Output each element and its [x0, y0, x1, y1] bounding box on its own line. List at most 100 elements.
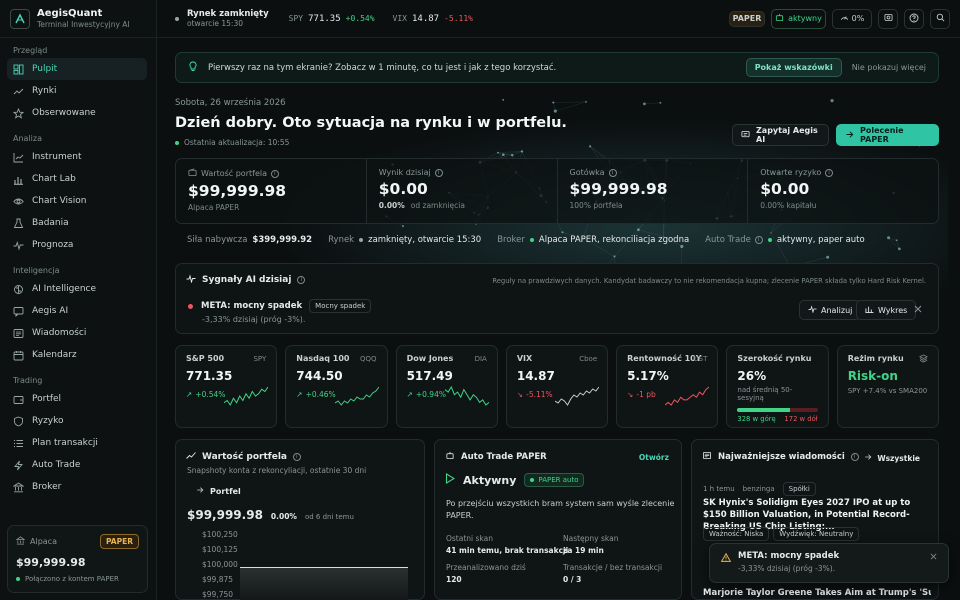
stat-portfolio-value[interactable]: Wartość portfela $99,999.98 Alpaca PAPER — [176, 159, 367, 223]
help-button[interactable] — [904, 8, 924, 29]
stat-value: $0.00 — [760, 180, 810, 198]
chart-bars-icon — [865, 305, 874, 315]
info-icon[interactable] — [825, 168, 834, 177]
sidebar-item-plan-transakcji[interactable]: Plan transakcji — [7, 432, 147, 454]
stat-open-risk[interactable]: Otwarte ryzyko $0.00 0.00% kapitału — [748, 159, 938, 223]
breadth-up: 328 w górę — [737, 415, 776, 423]
card-ticker: DIA — [474, 355, 487, 363]
sidebar-item-ai-intelligence[interactable]: AI Intelligence — [7, 278, 147, 300]
sidebar-item-wiadomości[interactable]: Wiadomości — [7, 322, 147, 344]
market-card-dia[interactable]: Dow Jones DIA 517.49 ↗ +0.94% — [395, 345, 498, 428]
update-status-dot — [175, 140, 179, 145]
sparkline-path — [444, 385, 489, 406]
sidebar-item-broker[interactable]: Broker — [7, 476, 147, 498]
onboarding-tip: Pierwszy raz na tym ekranie? Zobacz w 1 … — [175, 52, 939, 83]
market-status: Rynek zamknięty otwarcie 15:30 — [187, 9, 269, 28]
signal-toast[interactable]: META: mocny spadek -3,33% dzisiaj (próg … — [709, 543, 949, 583]
sidebar-item-label: Chart Lab — [32, 174, 76, 184]
regime-card[interactable]: Reżim rynku Risk-on SPY +7.4% vs SMA200 — [836, 345, 939, 428]
sidebar-item-obserwowane[interactable]: Obserwowane — [7, 102, 147, 124]
sidebar-item-instrument[interactable]: Instrument — [7, 146, 147, 168]
analyzed-label: Przeanalizowano dziś — [446, 563, 526, 572]
breadth-bar — [737, 408, 818, 412]
show-tips-button[interactable]: Pokaż wskazówki — [745, 58, 842, 77]
ticker-vix[interactable]: VIX 14.87 -5.11% — [393, 14, 473, 24]
analyze-button[interactable]: Analizuj — [799, 300, 862, 320]
signal-item[interactable]: META: mocny spadek Mocny spadek -3,33% d… — [188, 299, 375, 324]
page-title: Dzień dobry. Oto sytuacja na rynku i w p… — [175, 115, 567, 131]
sidebar-item-badania[interactable]: Badania — [7, 212, 147, 234]
nav-section-label: Przegląd — [13, 46, 48, 55]
portfolio-link[interactable]: Portfel — [196, 486, 241, 496]
risk-gauge-value: 0% — [851, 14, 865, 23]
search-button[interactable] — [930, 8, 950, 29]
sidebar-item-chart-vision[interactable]: Chart Vision — [7, 190, 147, 212]
autotrade-status-button[interactable]: aktywny — [771, 8, 826, 29]
wallet-icon — [188, 168, 197, 179]
broker-value: Alpaca PAPER, rekonciliacja zgodna — [538, 235, 690, 245]
last-scan-value: 41 min temu, brak transakcji — [446, 546, 569, 555]
all-news-link[interactable]: Wszystkie — [864, 453, 920, 463]
chart-button[interactable]: Wykres — [856, 300, 917, 320]
ask-aegis-button[interactable]: Zapytaj Aegis AI — [732, 124, 829, 146]
open-autotrade-link[interactable]: Otwórz — [639, 453, 669, 462]
sidebar-item-kalendarz[interactable]: Kalendarz — [7, 344, 147, 366]
breadth-value: 26% — [737, 369, 767, 383]
sidebar-item-pulpit[interactable]: Pulpit — [7, 58, 147, 80]
info-icon[interactable] — [271, 169, 279, 178]
y-tick-label: $99,750 — [202, 590, 234, 599]
sparkline-path — [665, 386, 710, 406]
brand[interactable]: AegisQuant Terminal Inwestycyjny AI — [0, 0, 156, 38]
ticker-spy[interactable]: SPY 771.35 +0.54% — [289, 14, 375, 24]
stat-label: Gotówka — [569, 168, 605, 177]
paper-mode-badge[interactable]: PAPER — [729, 10, 765, 27]
dismiss-tips-button[interactable]: Nie pokazuj więcej — [852, 63, 926, 72]
sparkline — [334, 386, 379, 406]
close-icon[interactable] — [914, 305, 922, 316]
card-change: +0.94% — [415, 390, 446, 399]
sidebar-item-portfel[interactable]: Portfel — [7, 388, 147, 410]
market-card-cboe[interactable]: VIX Cboe 14.87 ↘ -5.11% — [505, 345, 609, 428]
account-card[interactable]: Alpaca PAPER $99,999.98 Połączono z kont… — [7, 525, 148, 593]
logo-icon — [10, 8, 30, 29]
card-change: +0.46% — [305, 390, 336, 399]
stat-today-result[interactable]: Wynik dzisiaj $0.00 0.00% od zamknięcia — [367, 159, 558, 223]
risk-gauge-button[interactable]: 0% — [832, 8, 872, 29]
panel-title: Auto Trade PAPER — [461, 452, 547, 462]
account-status: Połączono z kontem PAPER — [25, 575, 119, 583]
info-icon[interactable] — [754, 236, 763, 244]
news-headline[interactable]: Marjorie Taylor Greene Takes Aim at Trum… — [703, 588, 931, 598]
ticker-symbol: VIX — [392, 14, 407, 23]
card-name: Szerokość rynku — [737, 354, 812, 363]
info-icon[interactable] — [850, 453, 859, 461]
autotrade-dot — [767, 238, 772, 242]
sidebar-item-auto-trade[interactable]: Auto Trade — [7, 454, 147, 476]
bolt-icon — [13, 460, 24, 471]
stat-cash[interactable]: Gotówka $99,999.98 100% portfela — [558, 159, 749, 223]
camera-button[interactable] — [878, 8, 898, 29]
info-icon[interactable] — [292, 453, 301, 461]
info-icon[interactable] — [434, 168, 443, 177]
sidebar-item-prognoza[interactable]: Prognoza — [7, 234, 147, 256]
market-card-spy[interactable]: S&P 500 SPY 771.35 ↗ +0.54% — [175, 345, 278, 428]
sidebar: AegisQuant Terminal Inwestycyjny AI Prze… — [0, 0, 157, 600]
info-icon[interactable] — [297, 276, 306, 284]
breadth-card[interactable]: Szerokość rynku 26% nad średnią 50-sesyj… — [726, 345, 829, 428]
news-icon — [13, 328, 24, 339]
info-icon[interactable] — [608, 168, 617, 177]
account-provider: Alpaca — [30, 537, 57, 546]
market-card-ust[interactable]: Rentowność 10Y UST 5.17% ↘ -1 pb — [616, 345, 719, 428]
sidebar-item-aegis-ai[interactable]: Aegis AI — [7, 300, 147, 322]
autotrade-status: Aktywny — [463, 473, 517, 487]
sidebar-item-rynki[interactable]: Rynki — [7, 80, 147, 102]
close-icon[interactable] — [930, 553, 937, 563]
stat-label: Wartość portfela — [201, 169, 267, 178]
card-name: Reżim rynku — [847, 354, 904, 363]
market-card-qqq[interactable]: Nasdaq 100 QQQ 744.50 ↗ +0.46% — [285, 345, 388, 428]
paper-order-button[interactable]: Polecenie PAPER — [836, 124, 939, 146]
arrow-up-right-icon: ↗ — [406, 390, 413, 399]
arrow-right-icon — [845, 130, 854, 141]
sidebar-item-ryzyko[interactable]: Ryzyko — [7, 410, 147, 432]
card-value: 771.35 — [186, 369, 233, 383]
sidebar-item-chart-lab[interactable]: Chart Lab — [7, 168, 147, 190]
